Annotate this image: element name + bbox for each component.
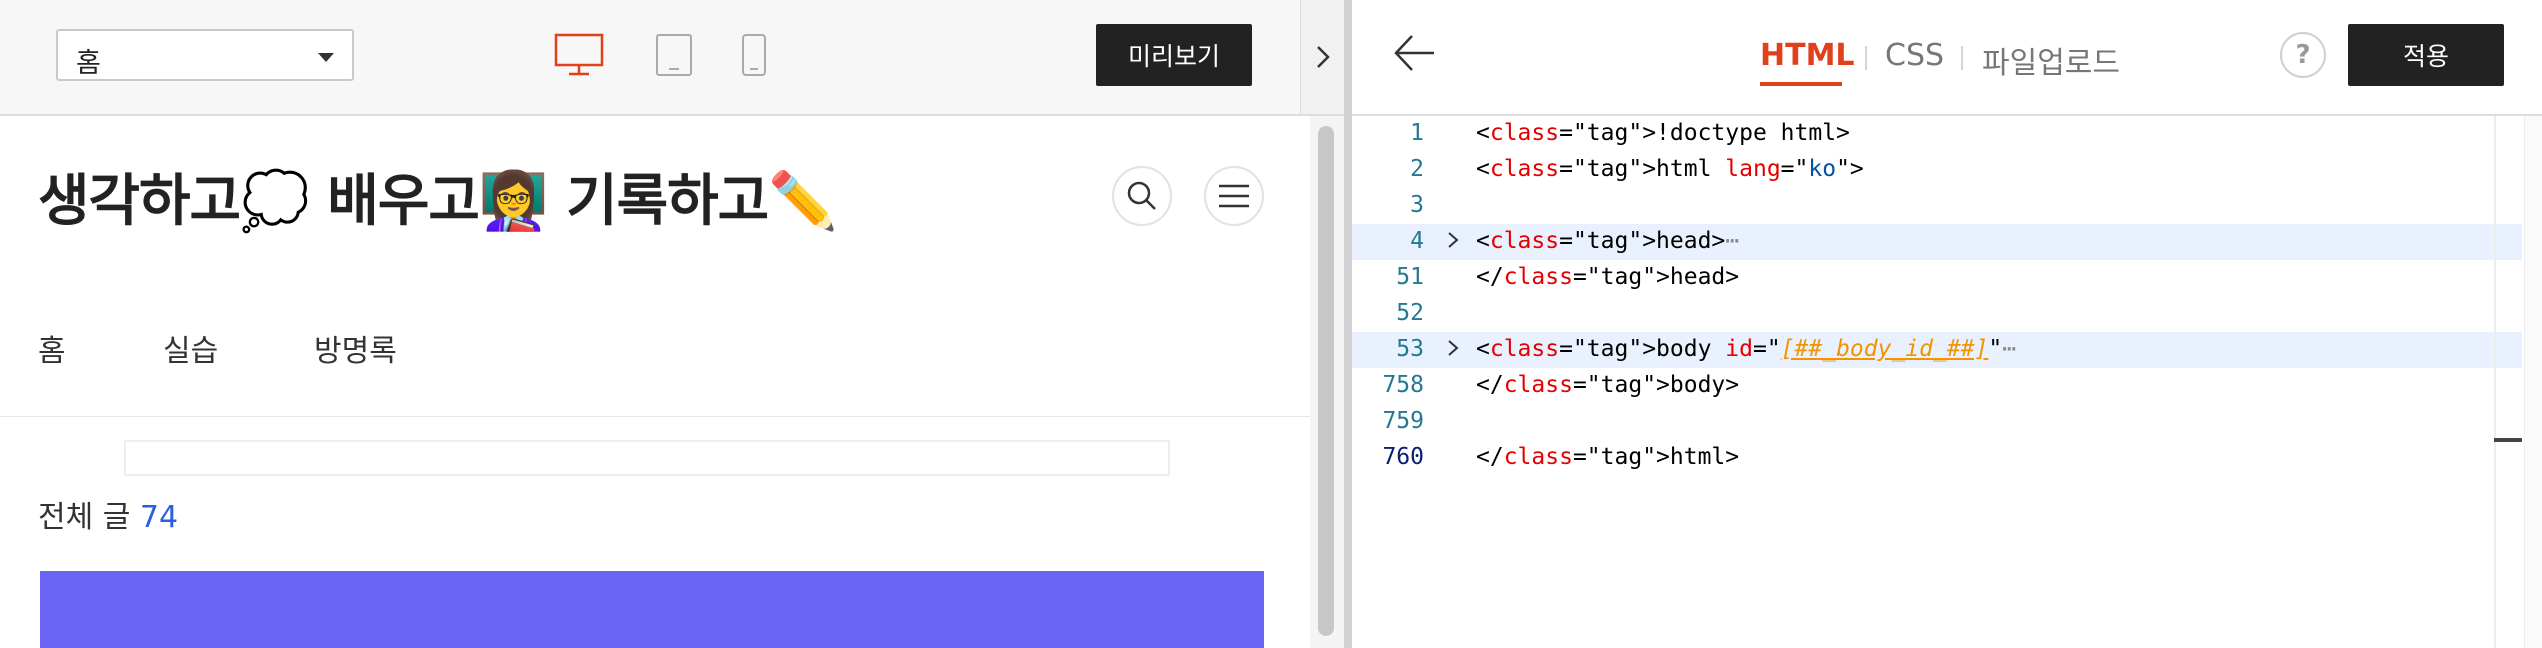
collapse-panel-button[interactable] — [1300, 0, 1345, 116]
chevron-right-icon — [1448, 340, 1459, 356]
preview-button[interactable]: 미리보기 — [1096, 24, 1252, 86]
code-line: 51 </class="tag">head> — [1352, 260, 2522, 296]
mobile-icon — [742, 34, 766, 76]
code-text: <class="tag">head>⋯ — [1476, 228, 1740, 254]
featured-post-banner[interactable] — [40, 571, 1264, 648]
line-number: 760 — [1382, 444, 1424, 470]
active-tab-indicator — [1760, 82, 1842, 86]
arrow-left-icon — [1394, 35, 1434, 71]
search-button[interactable] — [1112, 166, 1172, 226]
preview-scrollbar-thumb[interactable] — [1318, 126, 1334, 636]
code-text: </class="tag">head> — [1476, 264, 1740, 290]
code-line-current: 760 </class="tag">html> — [1352, 440, 2522, 476]
nav-divider — [0, 416, 1310, 417]
code-text: <class="tag">html lang="ko"> — [1476, 156, 1864, 182]
back-button[interactable] — [1392, 30, 1438, 80]
tab-html[interactable]: HTML — [1760, 38, 1855, 73]
code-text: </class="tag">body> — [1476, 372, 1740, 398]
preview-scrollbar[interactable] — [1310, 116, 1344, 648]
tab-separator — [1865, 46, 1867, 70]
apply-button[interactable]: 적용 — [2348, 24, 2504, 86]
line-number: 51 — [1396, 264, 1424, 290]
code-line: 2 <class="tag">html lang="ko"> — [1352, 152, 2522, 188]
code-line: 52 — [1352, 296, 2522, 332]
code-editor[interactable]: 1 <class="tag">!doctype html> 2 <class="… — [1352, 116, 2542, 648]
code-text: </class="tag">html> — [1476, 444, 1740, 470]
line-number: 759 — [1382, 408, 1424, 434]
chevron-right-icon — [1317, 46, 1330, 68]
blog-preview: 생각하고💭 배우고👩‍🏫 기록하고✏️ 홈 실습 방명록 전체 글 74 — [0, 116, 1310, 648]
post-count-value: 74 — [139, 500, 179, 535]
code-line: 1 <class="tag">!doctype html> — [1352, 116, 2522, 152]
overview-ruler — [2494, 116, 2496, 648]
chevron-right-icon — [1448, 232, 1459, 248]
hamburger-menu-icon — [1219, 184, 1249, 208]
line-number: 758 — [1382, 372, 1424, 398]
desktop-icon — [554, 33, 604, 76]
post-count: 전체 글 74 — [38, 492, 178, 536]
tab-separator — [1961, 46, 1963, 70]
nav-item-home[interactable]: 홈 — [38, 326, 66, 370]
code-line-folded-head: 4 <class="tag">head>⋯ — [1352, 224, 2522, 260]
code-line: 759 — [1352, 404, 2522, 440]
page-select-value: 홈 — [76, 48, 101, 79]
code-text: <class="tag">body id="[##_body_id_##]"⋯ — [1476, 336, 2017, 362]
caret-down-icon — [318, 53, 334, 62]
code-line: 758 </class="tag">body> — [1352, 368, 2522, 404]
page-select[interactable]: 홈 — [56, 29, 354, 81]
line-number: 53 — [1396, 336, 1424, 362]
menu-button[interactable] — [1204, 166, 1264, 226]
line-number: 1 — [1410, 120, 1424, 146]
fold-toggle[interactable] — [1446, 338, 1460, 364]
code-text: <class="tag">!doctype html> — [1476, 120, 1850, 146]
tablet-icon — [656, 34, 692, 76]
mobile-view-button[interactable] — [741, 33, 767, 81]
tablet-view-button[interactable] — [655, 33, 693, 81]
post-count-label: 전체 글 — [38, 500, 131, 535]
code-line: 3 — [1352, 188, 2522, 224]
nav-item-guestbook[interactable]: 방명록 — [314, 326, 397, 370]
line-number: 52 — [1396, 300, 1424, 326]
help-button[interactable]: ? — [2280, 32, 2326, 78]
line-number: 3 — [1410, 192, 1424, 218]
tab-file-upload[interactable]: 파일업로드 — [1982, 38, 2120, 82]
nav-item-practice[interactable]: 실습 — [163, 326, 218, 370]
search-icon — [1127, 181, 1156, 210]
desktop-view-button[interactable] — [554, 33, 604, 81]
editor-scrollbar[interactable] — [2524, 116, 2542, 648]
fold-toggle[interactable] — [1446, 230, 1460, 256]
tab-css[interactable]: CSS — [1885, 38, 1944, 73]
current-line-highlight — [124, 440, 1170, 476]
blog-title[interactable]: 생각하고💭 배우고👩‍🏫 기록하고✏️ — [38, 156, 838, 237]
line-number: 2 — [1410, 156, 1424, 182]
overview-ruler-cursor-mark — [2494, 438, 2522, 442]
code-line-folded-body: 53 <class="tag">body id="[##_body_id_##]… — [1352, 332, 2522, 368]
pane-splitter[interactable] — [1344, 0, 1352, 648]
line-number: 4 — [1410, 228, 1424, 254]
